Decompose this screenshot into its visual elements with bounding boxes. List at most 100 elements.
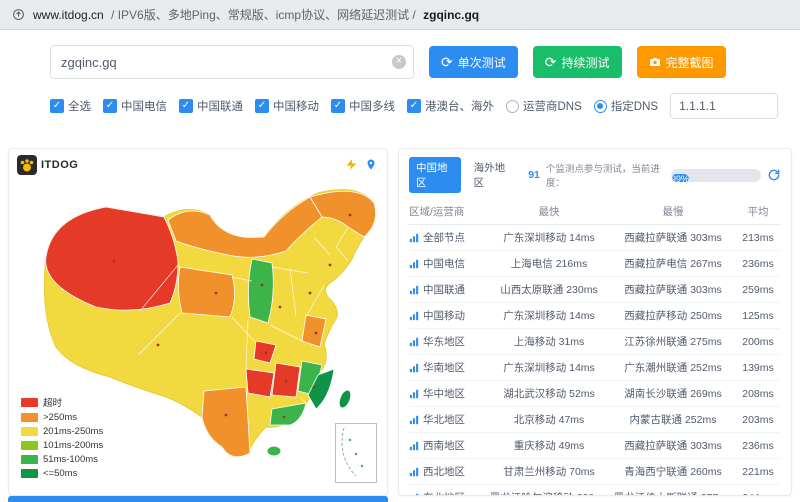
signal-icon <box>409 363 419 373</box>
row-fastest: 山西太原联通 230ms <box>487 282 611 297</box>
continuous-test-button[interactable]: ⟳ 持续测试 <box>533 46 622 78</box>
row-region-label: 中国电信 <box>423 256 465 271</box>
dog-icon <box>17 155 37 175</box>
row-average: 200ms <box>735 336 781 348</box>
row-slowest: 青海西宁联通 260ms <box>611 464 735 479</box>
legend-label: 超时 <box>43 395 62 409</box>
tab-overseas-region[interactable]: 海外地区 <box>467 157 519 193</box>
row-average: 244ms <box>735 492 781 497</box>
row-fastest: 湖北武汉移动 52ms <box>487 386 611 401</box>
dns-input[interactable] <box>670 93 778 119</box>
checkbox-label: 中国电信 <box>121 98 167 114</box>
row-region-label: 中国移动 <box>423 308 465 323</box>
checkbox-label: 中国联通 <box>197 98 243 114</box>
column-slowest: 最慢 <box>611 204 735 219</box>
row-region-label: 中国联通 <box>423 282 465 297</box>
table-row[interactable]: 中国电信 上海电信 216ms 西藏拉萨电信 267ms 236ms <box>409 251 781 277</box>
checkbox-icon <box>255 99 269 113</box>
column-average: 平均 <box>735 204 781 219</box>
address-text[interactable]: www.itdog.cn / IPV6版、多地Ping、常规版、icmp协议、网… <box>33 6 479 23</box>
lightning-icon[interactable] <box>345 157 358 172</box>
row-slowest: 西藏拉萨联通 303ms <box>611 230 735 245</box>
checkbox-icon <box>50 99 64 113</box>
radio-label: 运营商DNS <box>523 98 582 114</box>
legend-label: >250ms <box>43 412 77 423</box>
clear-icon[interactable] <box>392 55 406 69</box>
checkbox-label: 中国移动 <box>273 98 319 114</box>
table-row[interactable]: 中国联通 山西太原联通 230ms 西藏拉萨联通 303ms 259ms <box>409 277 781 303</box>
reload-results-icon[interactable] <box>767 168 781 182</box>
tab-china-region[interactable]: 中国地区 <box>409 157 461 193</box>
screenshot-button[interactable]: 完整截图 <box>637 46 726 78</box>
checkbox-label: 中国多线 <box>349 98 395 114</box>
legend-item: 201ms-250ms <box>21 426 103 437</box>
continuous-test-label: 持续测试 <box>561 54 609 71</box>
checkbox-icon <box>331 99 345 113</box>
checkbox-label: 港澳台、海外 <box>425 98 494 114</box>
row-slowest: 黑龙江佳木斯联通 277ms <box>611 490 735 496</box>
checkbox-china-multiline[interactable]: 中国多线 <box>331 98 395 114</box>
test-controls: ⟳ 单次测试 ⟳ 持续测试 完整截图 全选 中国电信 <box>50 45 750 119</box>
radio-isp-dns[interactable]: 运营商DNS <box>506 98 582 114</box>
table-row[interactable]: 中国移动 广东深圳移动 14ms 西藏拉萨移动 250ms 125ms <box>409 303 781 329</box>
row-slowest: 西藏拉萨移动 250ms <box>611 308 735 323</box>
page-info-icon[interactable] <box>12 8 25 21</box>
legend-swatch <box>21 398 38 407</box>
logo-text: ITDOG <box>41 159 78 171</box>
table-row[interactable]: 华中地区 湖北武汉移动 52ms 湖南长沙联通 269ms 208ms <box>409 381 781 407</box>
map-legend: 超时 >250ms 201ms-250ms 101ms-200ms 51ms-1… <box>21 392 103 479</box>
checkbox-icon <box>407 99 421 113</box>
row-slowest: 湖南长沙联通 269ms <box>611 386 735 401</box>
filter-row: 全选 中国电信 中国联通 中国移动 中国多线 港澳台、海外 运营商DNS 指定 <box>50 93 750 119</box>
clipped-section-bar <box>8 496 388 502</box>
row-fastest: 上海移动 31ms <box>487 334 611 349</box>
row-region-label: 华东地区 <box>423 334 465 349</box>
table-row[interactable]: 东北地区 黑龙江哈尔滨移动 220ms 黑龙江佳木斯联通 277ms 244ms <box>409 485 781 496</box>
row-region-label: 西南地区 <box>423 438 465 453</box>
url-domain: www.itdog.cn <box>33 8 104 22</box>
single-test-label: 单次测试 <box>458 54 506 71</box>
checkbox-overseas[interactable]: 港澳台、海外 <box>407 98 494 114</box>
table-row[interactable]: 华南地区 广东深圳移动 14ms 广东潮州联通 252ms 139ms <box>409 355 781 381</box>
legend-item: >250ms <box>21 412 103 423</box>
signal-icon <box>409 259 419 269</box>
legend-swatch <box>21 469 38 478</box>
checkbox-icon <box>103 99 117 113</box>
row-fastest: 广东深圳移动 14ms <box>487 230 611 245</box>
table-row[interactable]: 西北地区 甘肃兰州移动 70ms 青海西宁联通 260ms 221ms <box>409 459 781 485</box>
checkbox-china-mobile[interactable]: 中国移动 <box>255 98 319 114</box>
row-fastest: 广东深圳移动 14ms <box>487 360 611 375</box>
search-row: ⟳ 单次测试 ⟳ 持续测试 完整截图 <box>50 45 750 79</box>
checkbox-china-unicom[interactable]: 中国联通 <box>179 98 243 114</box>
legend-label: 201ms-250ms <box>43 426 103 437</box>
checkbox-china-telecom[interactable]: 中国电信 <box>103 98 167 114</box>
progress-fill: 99% <box>671 174 689 182</box>
url-path: / IPV6版、多地Ping、常规版、icmp协议、网络延迟测试 / <box>111 8 416 22</box>
table-row[interactable]: 西南地区 重庆移动 49ms 西藏拉萨联通 303ms 236ms <box>409 433 781 459</box>
results-table-body: 全部节点 广东深圳移动 14ms 西藏拉萨联通 303ms 213ms 中国电信… <box>409 225 781 496</box>
signal-icon <box>409 285 419 295</box>
camera-icon <box>649 56 661 68</box>
row-average: 236ms <box>735 258 781 270</box>
signal-icon <box>409 233 419 243</box>
target-input[interactable] <box>50 45 414 79</box>
row-average: 208ms <box>735 388 781 400</box>
url-current: zgqinc.gq <box>423 8 479 22</box>
checkbox-select-all[interactable]: 全选 <box>50 98 91 114</box>
table-row[interactable]: 华北地区 北京移动 47ms 内蒙古联通 252ms 203ms <box>409 407 781 433</box>
location-pin-icon[interactable] <box>365 157 377 172</box>
radio-custom-dns[interactable]: 指定DNS <box>594 98 658 114</box>
row-average: 125ms <box>735 310 781 322</box>
radio-label: 指定DNS <box>611 98 658 114</box>
content-cards: ITDOG <box>8 148 792 496</box>
row-fastest: 黑龙江哈尔滨移动 220ms <box>487 490 611 496</box>
row-fastest: 甘肃兰州移动 70ms <box>487 464 611 479</box>
single-test-button[interactable]: ⟳ 单次测试 <box>429 46 518 78</box>
itdog-logo[interactable]: ITDOG <box>17 155 78 175</box>
signal-icon <box>409 311 419 321</box>
legend-item: 51ms-100ms <box>21 454 103 465</box>
table-row[interactable]: 华东地区 上海移动 31ms 江苏徐州联通 275ms 200ms <box>409 329 781 355</box>
table-row[interactable]: 全部节点 广东深圳移动 14ms 西藏拉萨联通 303ms 213ms <box>409 225 781 251</box>
row-region-label: 东北地区 <box>423 490 465 496</box>
row-slowest: 广东潮州联通 252ms <box>611 360 735 375</box>
